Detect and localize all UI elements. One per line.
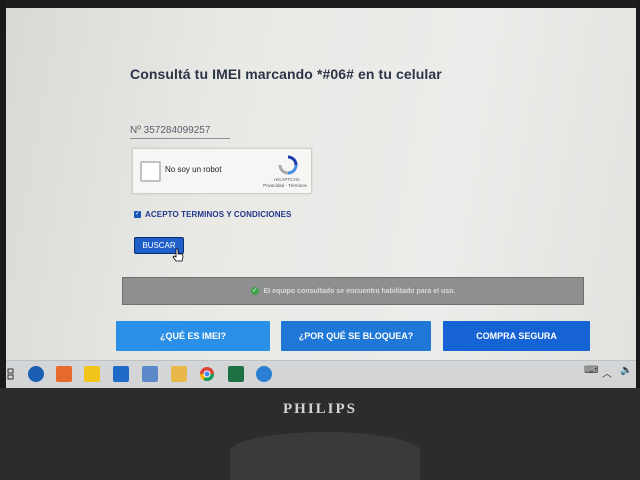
recaptcha-label: No soy un robot xyxy=(165,165,222,174)
recaptcha-brand: reCAPTCHA xyxy=(274,177,300,182)
checkbox-checked-icon[interactable]: ✓ xyxy=(134,211,141,218)
recaptcha-checkbox[interactable] xyxy=(140,161,161,182)
monitor-stand xyxy=(230,432,420,480)
status-message: El equipo consultado se encuentra habili… xyxy=(263,287,456,295)
check-circle-icon: ✓ xyxy=(250,287,259,295)
status-result-bar: ✓ El equipo consultado se encuentra habi… xyxy=(122,277,584,305)
calendar-icon[interactable] xyxy=(56,366,72,382)
monitor-brand-logo: PHILIPS xyxy=(282,401,357,417)
search-icon[interactable] xyxy=(28,366,44,382)
file-explorer-icon[interactable] xyxy=(171,366,187,382)
chevron-up-icon[interactable]: ︿ xyxy=(602,365,612,380)
mail-icon[interactable] xyxy=(113,366,129,382)
speaker-icon[interactable]: 🔈 xyxy=(620,365,632,376)
excel-icon[interactable] xyxy=(228,366,244,382)
recaptcha-logo-icon xyxy=(278,155,298,175)
teamviewer-icon[interactable] xyxy=(256,366,272,382)
page-title: Consultá tu IMEI marcando *#06# en tu ce… xyxy=(130,66,442,82)
recaptcha-links[interactable]: Privacidad - Términos xyxy=(259,183,311,188)
sticky-notes-icon[interactable] xyxy=(84,366,100,382)
terms-label: ACEPTO TERMINOS Y CONDICIONES xyxy=(145,210,292,219)
browser-page: Consultá tu IMEI marcando *#06# en tu ce… xyxy=(6,8,636,360)
why-blocked-button[interactable]: ¿POR QUÉ SE BLOQUEA? xyxy=(281,321,431,351)
document-icon[interactable] xyxy=(142,366,158,382)
chrome-icon[interactable] xyxy=(199,366,215,382)
terms-checkbox-row[interactable]: ✓ ACEPTO TERMINOS Y CONDICIONES xyxy=(134,210,291,219)
what-is-imei-button[interactable]: ¿QUÉ ES IMEI? xyxy=(116,321,270,351)
keyboard-icon[interactable]: ⌨ xyxy=(584,365,598,376)
windows-taskbar: ⌨ ︿ 🔈 xyxy=(6,360,636,389)
recaptcha-widget: No soy un robot reCAPTCHA Privacidad - T… xyxy=(132,148,312,194)
hand-cursor-icon xyxy=(172,248,184,262)
task-view-icon[interactable] xyxy=(6,366,22,382)
monitor-bezel-right xyxy=(636,0,640,400)
imei-input[interactable] xyxy=(130,122,230,139)
secure-purchase-button[interactable]: COMPRA SEGURA xyxy=(443,321,590,351)
